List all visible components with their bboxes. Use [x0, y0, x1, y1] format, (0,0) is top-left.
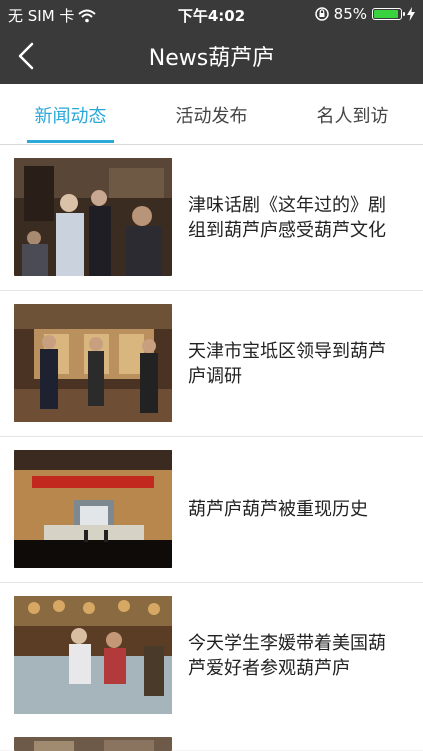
tab-events[interactable]: 活动发布 [141, 102, 282, 128]
nav-bar: News葫芦庐 [0, 28, 423, 84]
news-thumbnail [14, 158, 172, 276]
page-title: News葫芦庐 [148, 46, 275, 71]
news-item[interactable]: 今天学生李媛带着美国葫芦爱好者参观葫芦庐 [0, 583, 423, 729]
rotation-lock-icon [314, 7, 329, 21]
tab-celebrity-visits[interactable]: 名人到访 [282, 102, 423, 128]
charging-bolt-icon [407, 7, 415, 21]
news-title: 今天学生李媛带着美国葫芦爱好者参观葫芦庐 [188, 632, 386, 679]
news-title: 天津市宝坻区领导到葫芦庐调研 [188, 340, 386, 387]
news-thumbnail [14, 596, 172, 714]
news-thumbnail [14, 737, 172, 751]
news-list: 津味话剧《这年过的》剧组到葫芦庐感受葫芦文化 天津市宝坻区领导到葫芦庐调研 葫芦… [0, 145, 423, 729]
news-item[interactable]: 天津市宝坻区领导到葫芦庐调研 [0, 291, 423, 437]
tab-bar: 新闻动态 活动发布 名人到访 [0, 84, 423, 145]
news-item[interactable]: 葫芦庐葫芦被重现历史 [0, 437, 423, 583]
status-bar: 无 SIM 卡 下午4:02 85% [0, 0, 423, 28]
news-title: 葫芦庐葫芦被重现历史 [188, 499, 368, 520]
tab-news[interactable]: 新闻动态 [0, 102, 141, 128]
news-title: 津味话剧《这年过的》剧组到葫芦庐感受葫芦文化 [188, 194, 386, 241]
battery-icon [372, 8, 405, 20]
news-thumbnail [14, 450, 172, 568]
news-thumbnail [14, 304, 172, 422]
news-item-partial[interactable] [0, 725, 423, 751]
news-item[interactable]: 津味话剧《这年过的》剧组到葫芦庐感受葫芦文化 [0, 145, 423, 291]
active-tab-indicator [27, 140, 114, 143]
status-right: 85% [314, 5, 415, 23]
battery-percent: 85% [333, 5, 367, 23]
